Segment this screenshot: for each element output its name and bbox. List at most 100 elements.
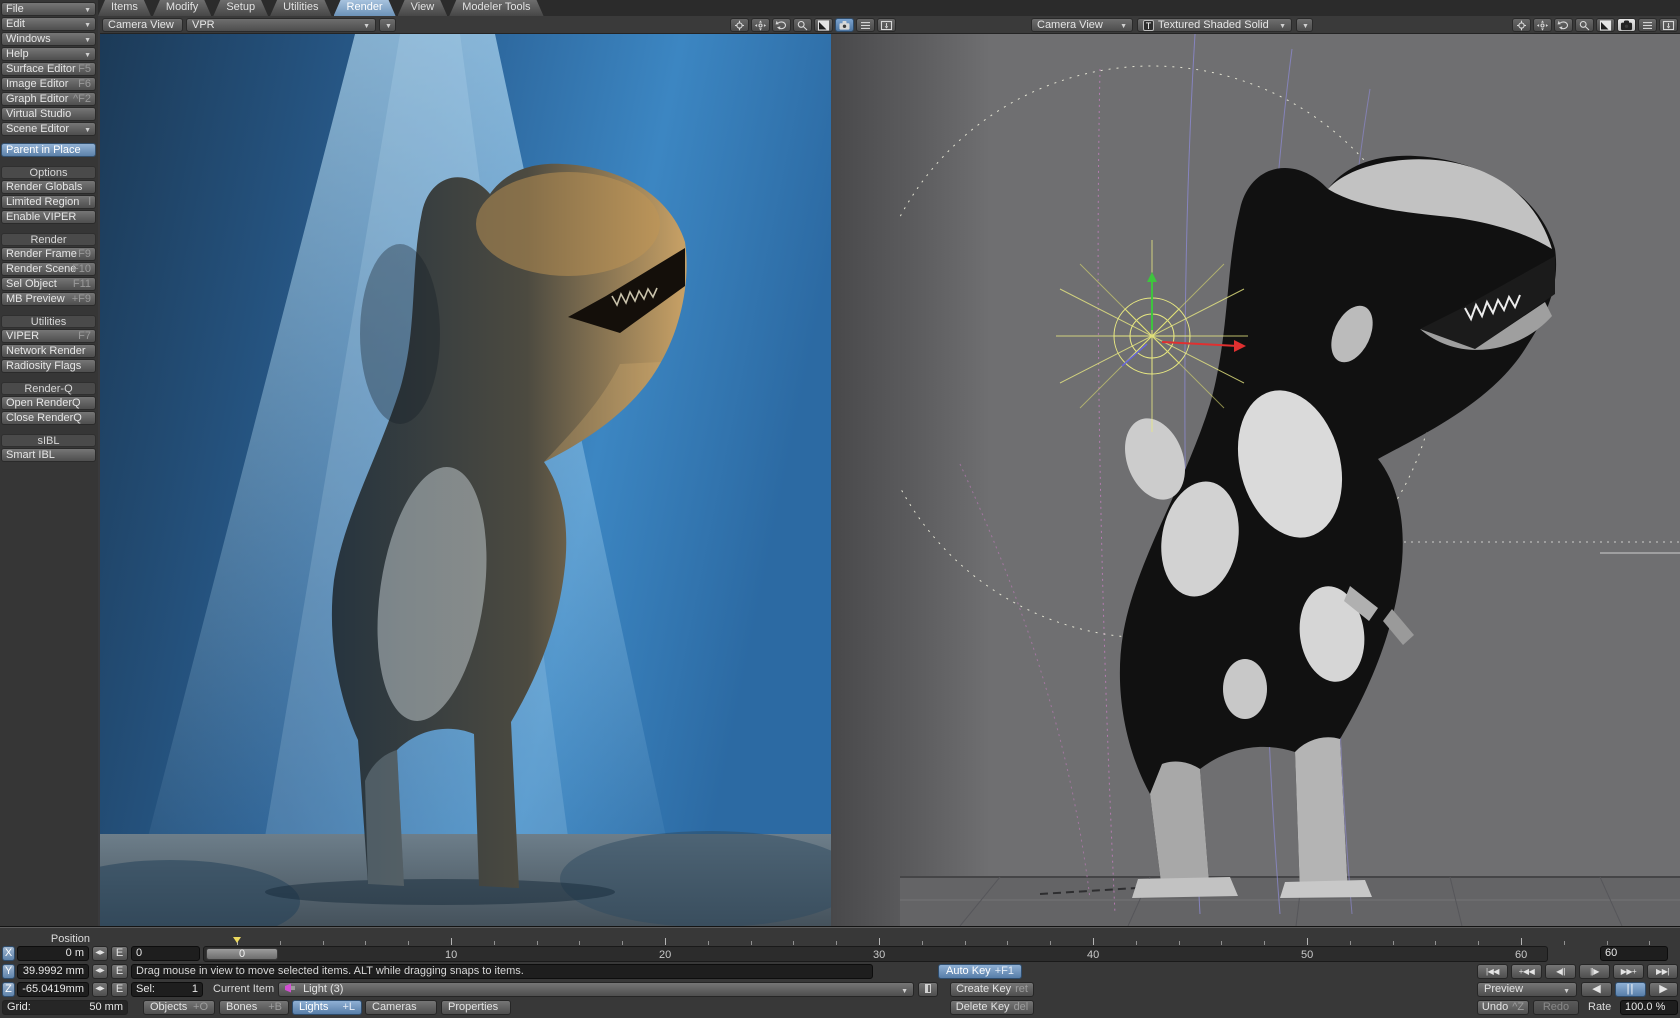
- preview-select[interactable]: Preview▼: [1477, 982, 1577, 997]
- sidebar-item-sel-object[interactable]: Sel ObjectF11: [1, 277, 96, 291]
- ruler-tick: [665, 938, 666, 945]
- center-icon[interactable]: [1512, 18, 1531, 32]
- sidebar-item-close-renderq[interactable]: Close RenderQ: [1, 411, 96, 425]
- item-type-properties[interactable]: Propertiesp: [441, 1000, 511, 1015]
- position-x-stepper[interactable]: ◀▶: [92, 946, 108, 961]
- tab-view[interactable]: View: [398, 0, 448, 16]
- sidebar-item-enable-viper[interactable]: Enable VIPER: [1, 210, 96, 224]
- sidebar-item-network-render[interactable]: Network Render: [1, 344, 96, 358]
- transport-step-2[interactable]: ◀||: [1545, 964, 1576, 979]
- menu-windows[interactable]: Windows▼: [1, 32, 96, 46]
- transport-step-4[interactable]: ▶▶+: [1613, 964, 1644, 979]
- right-mode-select[interactable]: TTextured Shaded Solid▼: [1137, 18, 1292, 32]
- sidebar-item-mb-preview[interactable]: MB Preview+F9: [1, 292, 96, 306]
- current-item-select[interactable]: Light (3) ▼: [278, 982, 914, 997]
- axis-x-button[interactable]: X: [2, 946, 15, 961]
- current-frame-field[interactable]: 0: [131, 946, 200, 961]
- timeline-ruler[interactable]: [203, 936, 1676, 945]
- sidebar-item-graph-editor[interactable]: Graph Editor^F2: [1, 92, 96, 106]
- envelope-z-button[interactable]: E: [111, 982, 128, 997]
- tab-items[interactable]: Items: [98, 0, 151, 16]
- shaded-render-canvas[interactable]: [900, 34, 1680, 926]
- sidebar-item-render-globals[interactable]: Render Globals: [1, 180, 96, 194]
- shortcut-label: F5: [78, 63, 91, 76]
- envelope-y-button[interactable]: E: [111, 964, 128, 979]
- zoom-icon[interactable]: [1575, 18, 1594, 32]
- menu-icon[interactable]: [1638, 18, 1657, 32]
- sidebar-item-virtual-studio[interactable]: Virtual Studio: [1, 107, 96, 121]
- undo-button[interactable]: Undo^Z: [1477, 1000, 1529, 1015]
- last-frame-field[interactable]: 60: [1600, 946, 1668, 961]
- menu-edit[interactable]: Edit▼: [1, 17, 96, 31]
- left-header-menu-button[interactable]: ▼: [379, 18, 396, 32]
- pan-icon[interactable]: [1533, 18, 1552, 32]
- tab-render[interactable]: Render: [334, 0, 396, 16]
- tab-modify[interactable]: Modify: [153, 0, 211, 16]
- rotate-icon[interactable]: [1554, 18, 1573, 32]
- item-type-bones[interactable]: Bones+B: [219, 1000, 289, 1015]
- auto-key-button[interactable]: Auto Key+F1: [938, 964, 1022, 979]
- position-z-stepper[interactable]: ◀▶: [92, 982, 108, 997]
- right-view-select[interactable]: Camera View▼: [1031, 18, 1133, 32]
- tab-modeler-tools[interactable]: Modeler Tools: [449, 0, 543, 16]
- sidebar-item-smart-ibl[interactable]: Smart IBL: [1, 448, 96, 462]
- left-mode-select[interactable]: VPR▼: [186, 18, 376, 32]
- menu-label: Windows: [6, 33, 51, 45]
- sidebar-item-image-editor[interactable]: Image EditorF6: [1, 77, 96, 91]
- delete-key-button[interactable]: Delete Keydel: [950, 1000, 1034, 1015]
- minmax-icon[interactable]: [814, 18, 833, 32]
- frame-slider-handle[interactable]: 0: [206, 948, 278, 960]
- vpr-render-canvas[interactable]: [100, 34, 831, 926]
- pause-button[interactable]: ||: [1615, 982, 1646, 997]
- right-header-menu-button[interactable]: ▼: [1296, 18, 1313, 32]
- parent-in-place-button[interactable]: Parent in Place: [1, 143, 96, 157]
- sidebar-item-open-renderq[interactable]: Open RenderQ: [1, 396, 96, 410]
- sidebar-item-viper[interactable]: VIPERF7: [1, 329, 96, 343]
- transport-step-1[interactable]: +◀◀: [1511, 964, 1542, 979]
- menu-file[interactable]: File▼: [1, 2, 96, 16]
- pan-icon[interactable]: [751, 18, 770, 32]
- axis-z-button[interactable]: Z: [2, 982, 15, 997]
- sidebar-item-scene-editor[interactable]: Scene Editor▼: [1, 122, 96, 136]
- tab-utilities[interactable]: Utilities: [270, 0, 331, 16]
- minmax-icon[interactable]: [1596, 18, 1615, 32]
- sidebar-item-render-frame[interactable]: Render FrameF9: [1, 247, 96, 261]
- rotate-icon[interactable]: [772, 18, 791, 32]
- redo-button[interactable]: Redo: [1533, 1000, 1579, 1015]
- item-type-lights[interactable]: Lights+L: [292, 1000, 362, 1015]
- position-x-field[interactable]: 0 m: [17, 946, 89, 961]
- light-gizmo[interactable]: [1056, 240, 1248, 432]
- item-type-cameras[interactable]: Cameras+C: [365, 1000, 437, 1015]
- position-y-stepper[interactable]: ◀▶: [92, 964, 108, 979]
- sidebar-item-limited-region[interactable]: Limited Regionl: [1, 195, 96, 209]
- item-type-objects[interactable]: Objects+O: [143, 1000, 215, 1015]
- tab-setup[interactable]: Setup: [213, 0, 268, 16]
- transport-step-5[interactable]: ▶▶|: [1647, 964, 1678, 979]
- menu-icon[interactable]: [856, 18, 875, 32]
- create-key-button[interactable]: Create Keyret: [950, 982, 1034, 997]
- sidebar-item-radiosity-flags[interactable]: Radiosity Flags: [1, 359, 96, 373]
- left-view-select[interactable]: Camera View▼: [102, 18, 183, 32]
- sidebar-item-render-scene[interactable]: Render SceneF10: [1, 262, 96, 276]
- camera-icon[interactable]: [1617, 18, 1636, 32]
- timeline-track[interactable]: 0 102030405060: [203, 946, 1548, 962]
- editor-stack: Surface EditorF5Image EditorF6Graph Edit…: [0, 62, 98, 136]
- sidebar-item-surface-editor[interactable]: Surface EditorF5: [1, 62, 96, 76]
- expand-icon[interactable]: [1659, 18, 1678, 32]
- center-icon[interactable]: [730, 18, 749, 32]
- zoom-icon[interactable]: [793, 18, 812, 32]
- expand-icon[interactable]: [877, 18, 896, 32]
- transport-step-0[interactable]: |◀◀: [1477, 964, 1508, 979]
- envelope-x-button[interactable]: E: [111, 946, 128, 961]
- timeline-number: 30: [873, 949, 885, 961]
- menu-help[interactable]: Help▼: [1, 47, 96, 61]
- position-y-field[interactable]: 39.9992 mm: [17, 964, 89, 979]
- camera-icon[interactable]: [835, 18, 854, 32]
- item-properties-mini-button[interactable]: [918, 982, 938, 997]
- rate-field[interactable]: 100.0 %: [1620, 1000, 1678, 1015]
- play-button[interactable]: ▶: [1649, 982, 1678, 997]
- play-reverse-button[interactable]: ◀: [1581, 982, 1612, 997]
- axis-y-button[interactable]: Y: [2, 964, 15, 979]
- position-z-field[interactable]: -65.0419mm: [17, 982, 89, 997]
- transport-step-3[interactable]: ||▶: [1579, 964, 1610, 979]
